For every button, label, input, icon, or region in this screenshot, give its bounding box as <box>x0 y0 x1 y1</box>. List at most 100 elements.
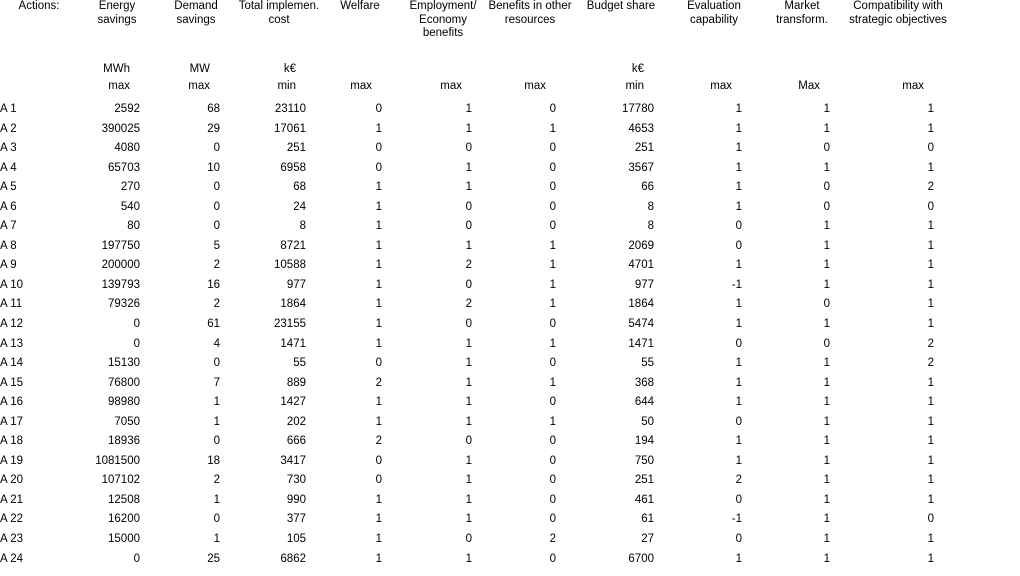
cell-market: 0 <box>823 298 830 311</box>
row-label: A 19 <box>0 454 24 467</box>
cell-total_impl_cost: 889 <box>286 376 306 389</box>
cell-demand_savings: 1 <box>213 493 220 506</box>
unit-employment <box>398 56 488 77</box>
cell-other_benefits: 0 <box>549 513 556 526</box>
cell-evaluation: 0 <box>735 415 742 428</box>
cell-welfare: 1 <box>375 396 382 409</box>
cell-welfare: 0 <box>375 142 382 155</box>
table-row: A 9 200000 2 10588 1 2 1 4701 1 1 1 <box>0 253 1020 273</box>
cell-energy_savings: 139793 <box>101 278 140 291</box>
cell-total_impl_cost: 23155 <box>274 318 306 330</box>
cell-budget_share: 4701 <box>628 259 654 272</box>
cell-energy_savings: 107102 <box>101 474 140 487</box>
cell-market: 0 <box>823 200 830 213</box>
cell-employment: 1 <box>465 454 472 467</box>
cell-budget_share: 750 <box>634 454 654 467</box>
table-row: A 12 0 61 23155 1 0 0 5474 1 1 1 <box>0 312 1020 332</box>
row-label: A 5 <box>0 181 17 194</box>
cell-total_impl_cost: 8721 <box>280 239 306 252</box>
goal-other-benefits: max <box>524 80 546 93</box>
cell-evaluation: 1 <box>735 552 742 565</box>
cell-budget_share: 50 <box>641 415 654 428</box>
cell-total_impl_cost: 10588 <box>274 259 306 272</box>
cell-welfare: 1 <box>375 298 382 311</box>
cell-total_impl_cost: 1864 <box>280 298 306 311</box>
cell-total_impl_cost: 377 <box>286 513 306 526</box>
cell-compatibility: 2 <box>927 357 934 370</box>
cell-welfare: 0 <box>375 474 382 487</box>
row-pad <box>950 253 1020 273</box>
cell-compatibility: 1 <box>927 318 934 330</box>
row-pad <box>950 488 1020 508</box>
cell-welfare: 0 <box>375 454 382 467</box>
cell-demand_savings: 0 <box>213 513 220 526</box>
cell-market: 1 <box>823 239 830 252</box>
cell-energy_savings: 2592 <box>114 102 140 115</box>
units-row: MWh MW k€ k€ <box>0 56 1020 77</box>
cell-employment: 1 <box>465 161 472 174</box>
cell-evaluation: 2 <box>735 474 742 487</box>
row-label: A 17 <box>0 415 24 428</box>
cell-welfare: 1 <box>375 552 382 565</box>
cell-other_benefits: 0 <box>549 454 556 467</box>
cell-total_impl_cost: 251 <box>286 142 306 155</box>
cell-demand_savings: 0 <box>213 435 220 448</box>
cell-demand_savings: 4 <box>213 337 220 350</box>
cell-demand_savings: 2 <box>213 259 220 272</box>
cell-other_benefits: 1 <box>549 259 556 272</box>
table-row: A 7 80 0 8 1 0 0 8 0 1 1 <box>0 214 1020 234</box>
cell-market: 1 <box>823 474 830 487</box>
row-pad <box>950 468 1020 488</box>
row-pad <box>950 449 1020 469</box>
table-row: A 11 79326 2 1864 1 2 1 1864 1 0 1 <box>0 292 1020 312</box>
cell-market: 1 <box>823 454 830 467</box>
cell-demand_savings: 1 <box>213 415 220 428</box>
cell-budget_share: 461 <box>634 493 654 506</box>
cell-employment: 1 <box>465 552 472 565</box>
cell-market: 0 <box>823 181 830 194</box>
unit-welfare <box>322 56 398 77</box>
table-row: A 21 12508 1 990 1 1 0 461 0 1 1 <box>0 488 1020 508</box>
unit-demand-savings: MW <box>189 63 210 76</box>
cell-other_benefits: 0 <box>549 318 556 330</box>
cell-compatibility: 1 <box>927 435 934 448</box>
cell-energy_savings: 18936 <box>108 435 140 448</box>
cell-employment: 0 <box>465 200 472 213</box>
cell-demand_savings: 68 <box>207 102 220 115</box>
goal-row-corner <box>0 77 78 97</box>
table-header: Actions: Energy savings Demand savings T… <box>0 0 1020 97</box>
cell-market: 0 <box>823 142 830 155</box>
cell-total_impl_cost: 730 <box>286 474 306 487</box>
cell-other_benefits: 1 <box>549 122 556 135</box>
cell-evaluation: -1 <box>731 513 742 526</box>
row-label: A 6 <box>0 200 17 213</box>
cell-total_impl_cost: 8 <box>299 220 306 233</box>
header-pad <box>950 0 1020 56</box>
column-header-welfare: Welfare <box>340 0 380 12</box>
cell-total_impl_cost: 666 <box>286 435 306 448</box>
cell-market: 1 <box>823 376 830 389</box>
cell-employment: 1 <box>465 122 472 135</box>
cell-evaluation: 0 <box>735 533 742 546</box>
cell-welfare: 1 <box>375 533 382 546</box>
cell-evaluation: 1 <box>735 298 742 311</box>
goal-market: Max <box>798 80 820 93</box>
cell-welfare: 0 <box>375 102 382 115</box>
cell-welfare: 1 <box>375 337 382 350</box>
cell-total_impl_cost: 6862 <box>280 552 306 565</box>
cell-employment: 1 <box>465 513 472 526</box>
cell-evaluation: 1 <box>735 435 742 448</box>
cell-compatibility: 1 <box>927 102 934 115</box>
row-pad <box>950 390 1020 410</box>
column-header-row: Actions: Energy savings Demand savings T… <box>0 0 1020 56</box>
cell-employment: 2 <box>465 298 472 311</box>
cell-market: 1 <box>823 161 830 174</box>
row-pad <box>950 292 1020 312</box>
column-header-total-impl-cost: Total implemen. cost <box>238 0 320 26</box>
cell-compatibility: 1 <box>927 454 934 467</box>
cell-welfare: 1 <box>375 513 382 526</box>
cell-budget_share: 27 <box>641 533 654 546</box>
cell-market: 1 <box>823 533 830 546</box>
goal-budget-share: min <box>625 80 644 93</box>
table-row: A 13 0 4 1471 1 1 1 1471 0 0 2 <box>0 332 1020 352</box>
